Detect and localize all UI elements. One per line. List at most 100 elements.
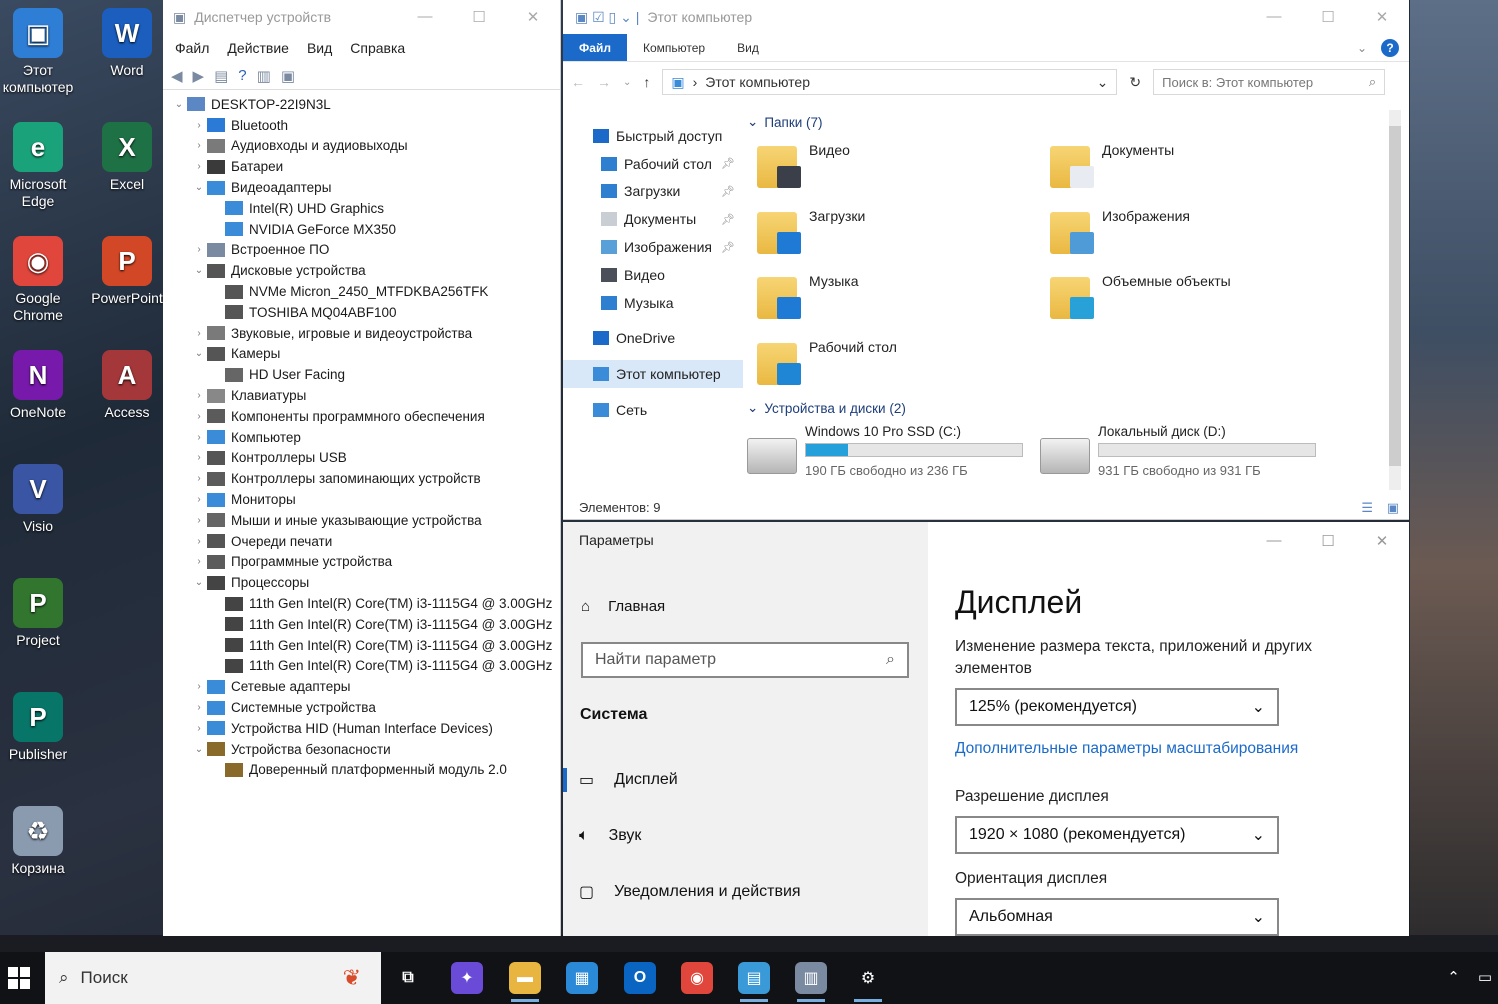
tree-category[interactable]: › Мыши и иные указывающие устройства [163,510,560,531]
chevron-right-icon[interactable]: › [191,556,207,567]
file-explorer-icon[interactable]: ▬ [509,962,541,1002]
chrome-icon[interactable]: ◉ [681,962,713,994]
tree-category[interactable]: › Программные устройства [163,552,560,573]
orientation-dropdown[interactable]: Альбомная ⌄ [955,898,1279,936]
properties-icon[interactable]: ▤ [214,67,228,85]
tree-category[interactable]: ⌄ Видеоадаптеры [163,177,560,198]
chevron-right-icon[interactable]: › [191,328,207,339]
resolution-dropdown[interactable]: 1920 × 1080 (рекомендуется) ⌄ [955,816,1279,854]
desktop-icon[interactable]: V Visio [0,464,80,535]
details-view-icon[interactable]: ☰ [1361,500,1373,516]
taskbar-search[interactable]: ⌕ Поиск ❦ [45,952,381,1004]
nav-item[interactable]: Документы 📌︎ [563,205,743,233]
nav-item[interactable]: Видео [563,261,743,289]
search-input[interactable]: Поиск в: Этот компьютер ⌕ [1153,69,1386,95]
tree-category[interactable]: ⌄ Процессоры [163,572,560,593]
tree-device[interactable]: TOSHIBA MQ04ABF100 [163,302,560,323]
tree-device[interactable]: 11th Gen Intel(R) Core(TM) i3-1115G4 @ 3… [163,614,560,635]
chevron-right-icon[interactable]: › [191,244,207,255]
settings-icon[interactable]: ⚙ [852,962,884,1002]
tree-category[interactable]: › Встроенное ПО [163,240,560,261]
maximize-button[interactable]: ☐ [1301,532,1355,550]
tree-category[interactable]: ⌄ Устройства безопасности [163,739,560,760]
chevron-down-icon[interactable]: ⌄ [191,577,207,588]
tree-category[interactable]: › Клавиатуры [163,385,560,406]
desktop-icon[interactable]: A Access [85,350,169,421]
forward-icon[interactable]: ▶ [193,67,205,85]
chevron-right-icon[interactable]: › [191,723,207,734]
chevron-right-icon[interactable]: › [191,432,207,443]
chevron-right-icon[interactable]: › [191,452,207,463]
view-icon[interactable]: ▥ [257,67,271,85]
folders-group-header[interactable]: ⌄ Папки (7) [747,110,1387,134]
tree-category[interactable]: › Мониторы [163,489,560,510]
expand-ribbon-icon[interactable]: ⌄ [1357,41,1367,55]
desktop-icon[interactable]: N OneNote [0,350,80,421]
maximize-button[interactable]: ☐ [1301,8,1355,26]
tree-category[interactable]: › Контроллеры запоминающих устройств [163,468,560,489]
desktop-icon[interactable]: P Project [0,578,80,649]
chevron-right-icon[interactable]: › [191,681,207,692]
nav-notifications[interactable]: ▢ Уведомления и действия [563,872,928,912]
tree-device[interactable]: 11th Gen Intel(R) Core(TM) i3-1115G4 @ 3… [163,635,560,656]
refresh-icon[interactable]: ↻ [1129,74,1141,91]
tree-category[interactable]: › Контроллеры USB [163,448,560,469]
maximize-button[interactable]: ☐ [452,8,506,26]
tree-category[interactable]: › Компоненты программного обеспечения [163,406,560,427]
drive-item[interactable]: Локальный диск (D:) 931 ГБ свободно из 93… [1040,424,1333,478]
chevron-down-icon[interactable]: ⌄ [191,182,207,193]
tab-computer[interactable]: Компьютер [627,41,721,55]
desktop-icon[interactable]: P PowerPoint [85,236,169,307]
nav-sound[interactable]: 🔈︎ Звук [563,816,928,856]
chevron-right-icon[interactable]: › [191,411,207,422]
desktop-icon[interactable]: ◉ Google Chrome [0,236,80,324]
menu-action[interactable]: Действие [227,40,289,56]
nav-display[interactable]: ▭ Дисплей [563,760,928,800]
folder-item[interactable]: Видео [747,134,1040,200]
drives-group-header[interactable]: ⌄ Устройства и диски (2) [747,396,1387,420]
folder-item[interactable]: Документы [1040,134,1333,200]
tree-category[interactable]: › Системные устройства [163,697,560,718]
drive-item[interactable]: Windows 10 Pro SSD (C:) 190 ГБ свободно и… [747,424,1040,478]
tree-device[interactable]: 11th Gen Intel(R) Core(TM) i3-1115G4 @ 3… [163,593,560,614]
back-icon[interactable]: ← [571,74,585,90]
desktop-icon[interactable]: ♻ Корзина [0,806,80,877]
chevron-down-icon[interactable]: ⌄ [191,348,207,359]
tree-category[interactable]: › Батареи [163,156,560,177]
minimize-button[interactable]: — [1247,8,1301,26]
tab-file[interactable]: Файл [563,34,627,61]
nav-item[interactable]: Быстрый доступ [563,122,743,150]
chevron-right-icon[interactable]: › [191,473,207,484]
vertical-scrollbar[interactable] [1389,110,1401,490]
chevron-right-icon[interactable]: › [191,536,207,547]
address-dropdown-icon[interactable]: ⌄ [1097,74,1109,91]
pin-icon[interactable]: 📌︎ [721,157,735,170]
tree-category[interactable]: › Звуковые, игровые и видеоустройства [163,323,560,344]
menu-help[interactable]: Справка [350,40,405,56]
tree-category[interactable]: › Устройства HID (Human Interface Devices… [163,718,560,739]
pin-icon[interactable]: 📌︎ [721,185,735,198]
help-icon[interactable]: ? [238,67,246,84]
chevron-down-icon[interactable]: ⌄ [191,265,207,276]
help-icon[interactable]: ? [1381,38,1399,57]
tree-category[interactable]: ⌄ Камеры [163,344,560,365]
tree-category[interactable]: › Компьютер [163,427,560,448]
chevron-right-icon[interactable]: › [191,515,207,526]
quick-access-toolbar-icon[interactable]: ▣ ☑ ▯ ⌄ | [575,9,639,26]
chevron-down-icon[interactable]: ⌄ [171,99,187,110]
start-button[interactable] [2,961,36,995]
chevron-right-icon[interactable]: › [191,120,207,131]
back-icon[interactable]: ◀ [171,67,183,85]
close-button[interactable]: ✕ [506,8,560,26]
tree-device[interactable]: Intel(R) UHD Graphics [163,198,560,219]
desktop-icon[interactable]: e Microsoft Edge [0,122,80,210]
scale-dropdown[interactable]: 125% (рекомендуется) ⌄ [955,688,1279,726]
chevron-right-icon[interactable]: › [191,390,207,401]
minimize-button[interactable]: — [1247,532,1301,550]
desktop-icon[interactable]: P Publisher [0,692,80,763]
nav-item[interactable]: Сеть [563,396,743,424]
copilot-icon[interactable]: ✦ [451,962,483,994]
large-icons-view-icon[interactable]: ▣ [1387,500,1399,516]
menu-view[interactable]: Вид [307,40,332,56]
nav-item[interactable]: Музыка [563,289,743,317]
